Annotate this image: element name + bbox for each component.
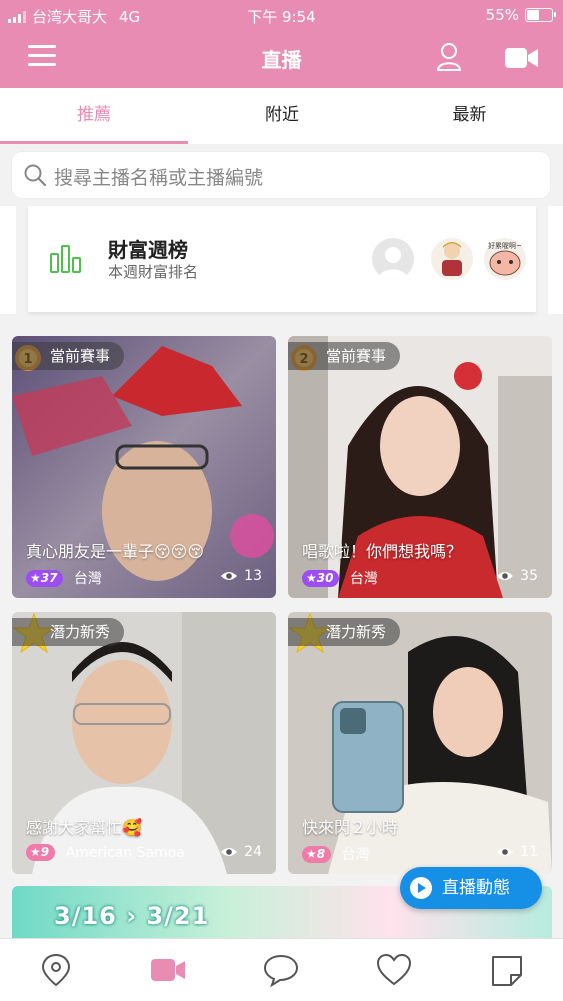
page-title: 直播 [261, 48, 302, 72]
play-icon [410, 877, 432, 899]
battery-icon [525, 8, 556, 22]
avatar: 好累喔啊~ [484, 238, 526, 280]
stream-meta: ★30 台灣 35 [302, 568, 538, 588]
app-header: 台湾大哥大 4G 下午 9:54 55% 直播 [0, 0, 563, 88]
level-badge: ★37 [26, 569, 64, 587]
country-label: 台灣 [341, 847, 370, 863]
viewer-number: 24 [244, 844, 262, 860]
eye-icon [497, 848, 514, 856]
level-value: 8 [316, 846, 326, 861]
tab-nearby[interactable]: 附近 [188, 88, 376, 144]
avatar [431, 238, 473, 280]
stream-meta: ★9 American Samoa 24 [26, 844, 262, 864]
search-input[interactable]: 搜尋主播名稱或主播編號 [12, 152, 550, 198]
banner-peek-right[interactable] [548, 206, 563, 314]
viewer-number: 11 [520, 844, 538, 860]
bottom-tab-bar [0, 938, 563, 1001]
country-label: 台灣 [73, 571, 102, 587]
stream-caption: 唱歌啦！你們想我嗎？ [302, 542, 463, 561]
eye-icon [497, 572, 514, 580]
video-icon[interactable] [150, 953, 186, 987]
eye-icon [221, 848, 238, 856]
note-icon[interactable] [489, 953, 525, 987]
stream-caption: 真心朋友是一輩子😚😚😚 [26, 542, 205, 561]
status-badge: 當前賽事 [288, 342, 401, 370]
live-feed-button[interactable]: 直播動態 [400, 867, 542, 909]
level-value: 9 [40, 845, 50, 859]
viewer-count: 11 [496, 844, 538, 860]
status-bar: 台湾大哥大 4G 下午 9:54 55% [0, 0, 563, 30]
level-badge: ★8 [302, 845, 332, 863]
status-badge: 潛力新秀 [288, 618, 401, 646]
sticker-caption: 好累喔啊~ [488, 241, 522, 250]
stream-card[interactable]: 2 當前賽事 唱歌啦！你們想我嗎？ ★30 台灣 35 [288, 336, 552, 598]
stream-meta: ★37 台灣 13 [26, 568, 262, 588]
clock: 下午 9:54 [247, 8, 316, 26]
chat-icon[interactable] [263, 953, 299, 987]
status-badge: 當前賽事 [12, 342, 125, 370]
viewer-count: 35 [496, 568, 538, 584]
viewer-number: 35 [520, 568, 538, 584]
tab-recommended[interactable]: 推薦 [0, 88, 188, 144]
wealth-subtitle: 本週財富排名 [108, 263, 199, 281]
viewer-count: 24 [220, 844, 262, 860]
level-badge: ★9 [26, 844, 56, 861]
search-placeholder: 搜尋主播名稱或主播編號 [54, 167, 264, 189]
video-camera-icon[interactable] [505, 46, 539, 70]
user-icon[interactable] [436, 42, 462, 72]
heart-icon[interactable] [376, 953, 412, 987]
wealth-ranking-banner[interactable]: 財富週榜 本週財富排名 好累喔啊~ [28, 206, 536, 312]
stream-card[interactable]: 潛力新秀 快來閃２小時 ★8 台灣 11 [288, 612, 552, 874]
status-badge: 潛力新秀 [12, 618, 125, 646]
eye-icon [221, 572, 238, 580]
promo-text: 3/16 › 3/21 [54, 902, 210, 930]
banner-peek-left[interactable] [0, 206, 16, 314]
battery-percent: 55% [485, 6, 519, 24]
tab-bar: 推薦 附近 最新 [0, 88, 563, 144]
level-badge: ★30 [302, 569, 340, 587]
stream-caption: 感謝大家幫忙🥰 [26, 818, 142, 837]
level-value: 30 [316, 570, 334, 585]
country-label: American Samoa [65, 844, 185, 861]
viewer-number: 13 [244, 568, 262, 584]
tab-latest[interactable]: 最新 [376, 88, 563, 144]
level-value: 37 [40, 570, 58, 585]
live-feed-label: 直播動態 [442, 878, 510, 898]
stream-card[interactable]: 1 當前賽事 真心朋友是一輩子😚😚😚 ★37 台灣 13 [12, 336, 276, 598]
stream-meta: ★8 台灣 11 [302, 844, 538, 864]
bar-chart-icon [50, 245, 81, 273]
stream-caption: 快來閃２小時 [302, 818, 399, 837]
viewer-count: 13 [220, 568, 262, 584]
search-icon [24, 164, 46, 186]
location-icon[interactable] [38, 953, 74, 987]
wealth-title: 財富週榜 [108, 238, 188, 262]
avatar [372, 238, 414, 280]
stream-card[interactable]: 潛力新秀 感謝大家幫忙🥰 ★9 American Samoa 24 [12, 612, 276, 874]
country-label: 台灣 [349, 571, 378, 587]
